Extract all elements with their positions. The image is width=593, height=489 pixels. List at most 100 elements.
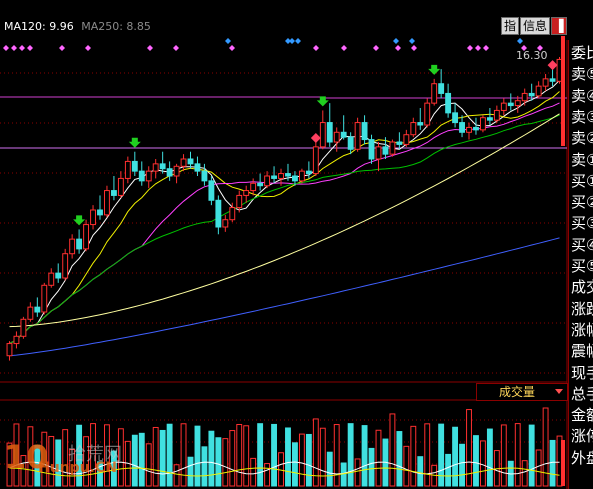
- ma250-label: MA250: 8.85: [81, 20, 151, 33]
- close-button[interactable]: ▐: [551, 17, 568, 35]
- volume-bar: [347, 423, 354, 487]
- volume-bar: [459, 443, 465, 487]
- volume-bar: [445, 453, 452, 487]
- ma250-line: [9, 237, 560, 357]
- candle-body: [514, 100, 521, 107]
- candle-body: [229, 207, 236, 221]
- volume-bar: [208, 430, 215, 487]
- volume-bar: [229, 430, 236, 487]
- side-panel-row: 现手: [571, 363, 593, 382]
- candle-body: [521, 92, 528, 102]
- watermark-logo: 10 拾荒网 Hunpu.CN: [4, 438, 164, 486]
- candle-body: [159, 163, 166, 170]
- kline-chart[interactable]: [0, 0, 593, 489]
- candle-body: [34, 306, 41, 313]
- candle-body: [208, 180, 215, 201]
- volume-bar: [305, 433, 312, 487]
- volume-bar: [479, 440, 486, 487]
- candle-body: [298, 170, 305, 182]
- ma60-line: [9, 114, 560, 345]
- candle-body: [271, 175, 277, 179]
- volume-bar: [166, 423, 173, 487]
- volume-bar: [535, 449, 542, 487]
- volume-bar: [326, 451, 333, 487]
- signal-marker-icon: [467, 45, 473, 51]
- candle-body: [340, 131, 347, 138]
- info-button[interactable]: 信息: [520, 17, 551, 35]
- signal-marker-icon: [3, 45, 9, 51]
- candle-body: [417, 122, 424, 126]
- volume-indicator-selector[interactable]: 成交量: [476, 383, 568, 401]
- candle-body: [27, 306, 34, 320]
- candle-body: [278, 173, 284, 179]
- signal-marker-icon: [341, 45, 347, 51]
- candle-body: [528, 92, 535, 97]
- candle-body: [69, 238, 76, 255]
- candle-body: [180, 158, 187, 167]
- candle-body: [424, 102, 431, 126]
- right-edge-bar: [561, 440, 565, 486]
- side-panel-row: 卖②: [571, 129, 593, 148]
- volume-bar: [333, 424, 340, 487]
- candle-body: [403, 134, 410, 145]
- candle-body: [312, 146, 319, 175]
- candle-body: [250, 182, 257, 192]
- candle-body: [389, 141, 396, 155]
- quote-side-panel: 委比卖⑤ 卖④ 卖③ 卖② 卖① 买① 买② 买③ 买④ 买⑤ 成交涨跌涨幅震幅现手总手金额涨停外盘: [568, 40, 593, 489]
- volume-bar: [528, 424, 535, 487]
- candle-body: [292, 175, 298, 182]
- candle-body: [305, 170, 312, 175]
- candle-body: [201, 170, 208, 182]
- candle-body: [361, 122, 368, 141]
- volume-bar: [250, 457, 257, 487]
- candle-body: [375, 146, 382, 160]
- volume-bar: [500, 424, 507, 487]
- volume-bar: [542, 407, 549, 487]
- red-diamond-icon: [310, 133, 321, 143]
- signal-marker-icon: [393, 38, 399, 44]
- volume-bar: [521, 460, 528, 487]
- candle-body: [459, 122, 465, 133]
- candle-body: [41, 284, 48, 313]
- toolbar-buttons: 指 信息 ▐: [501, 17, 568, 35]
- signal-marker-icon: [59, 45, 65, 51]
- volume-bar: [264, 463, 271, 487]
- candle-body: [542, 78, 549, 87]
- zhi-button[interactable]: 指: [501, 17, 520, 35]
- candle-body: [431, 83, 438, 104]
- candle-body: [473, 126, 479, 131]
- arrow-down-icon: [128, 137, 141, 148]
- side-panel-row: 涨跌: [571, 299, 593, 318]
- signal-marker-icon: [411, 45, 417, 51]
- volume-bar: [173, 464, 180, 487]
- volume-bar: [257, 423, 264, 487]
- volume-bar: [417, 456, 424, 487]
- signal-marker-icon: [373, 45, 379, 51]
- candle-body: [6, 343, 13, 357]
- candle-body: [104, 190, 110, 216]
- candle-body: [215, 199, 222, 228]
- volume-bar: [514, 423, 521, 487]
- signal-marker-icon: [289, 38, 295, 44]
- candle-body: [257, 182, 264, 187]
- side-panel-row: 涨停: [571, 427, 593, 446]
- candle-body: [173, 165, 180, 177]
- candle-body: [285, 173, 291, 177]
- candle-body: [452, 112, 459, 124]
- signal-marker-icon: [225, 38, 231, 44]
- candle-body: [97, 209, 103, 216]
- volume-bar: [486, 428, 493, 487]
- candle-body: [479, 117, 486, 131]
- candle-body: [90, 209, 96, 226]
- side-panel-row: 卖④: [571, 86, 593, 105]
- ma-legend: MA120: 9.96 MA250: 8.85: [4, 20, 151, 33]
- signal-marker-icon: [147, 45, 153, 51]
- candle-body: [500, 102, 507, 111]
- volume-bar: [298, 433, 305, 487]
- candle-body: [396, 141, 403, 145]
- candle-body: [549, 78, 556, 82]
- candle-body: [13, 335, 20, 345]
- candle-body: [410, 122, 417, 136]
- side-panel-row: 总手: [571, 384, 593, 403]
- candle-body: [264, 175, 271, 187]
